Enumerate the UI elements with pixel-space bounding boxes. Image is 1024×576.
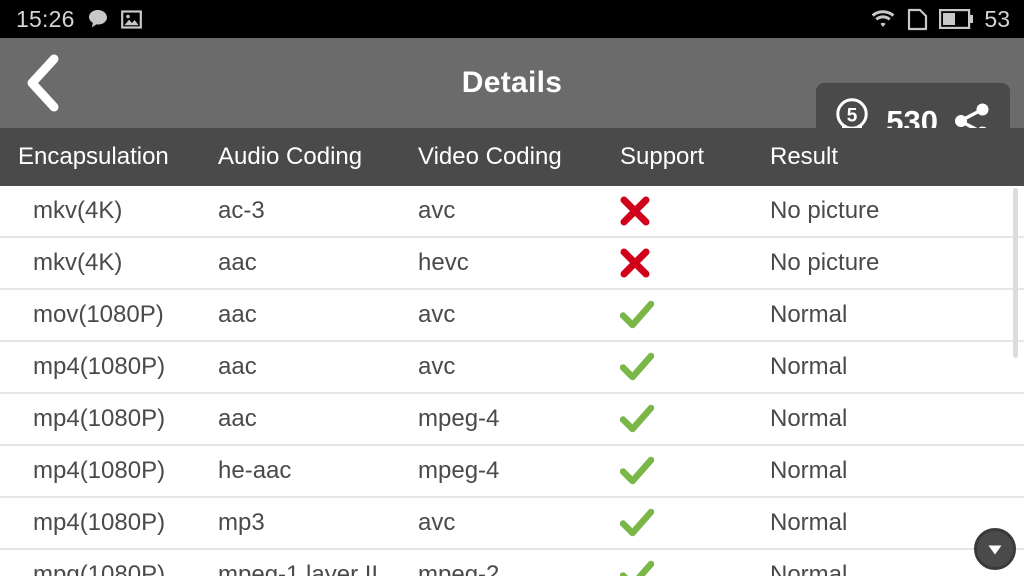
support-check-icon bbox=[620, 352, 770, 382]
cell-audio-coding: mp3 bbox=[218, 509, 265, 536]
cell-encapsulation: mkv(4K) bbox=[33, 249, 123, 276]
action-bar: Details 5 530 bbox=[0, 38, 1024, 159]
support-cross-icon bbox=[620, 248, 770, 278]
cell-result: Normal bbox=[770, 457, 848, 484]
column-header-support: Support bbox=[620, 143, 705, 170]
table-row[interactable]: mov(1080P) aac avc Normal bbox=[0, 290, 1024, 342]
cell-video-coding: mpeg-4 bbox=[418, 405, 500, 432]
scroll-down-button[interactable] bbox=[974, 528, 1016, 570]
cell-audio-coding: he-aac bbox=[218, 457, 292, 484]
cell-audio-coding: aac bbox=[218, 353, 257, 380]
table-header-row: Encapsulation Audio Coding Video Coding … bbox=[0, 128, 1024, 186]
table-row[interactable]: mp4(1080P) he-aac mpeg-4 Normal bbox=[0, 446, 1024, 498]
cell-result: No picture bbox=[770, 249, 880, 276]
message-bubble-icon bbox=[87, 8, 109, 30]
cell-video-coding: avc bbox=[418, 301, 456, 328]
wifi-icon bbox=[870, 9, 896, 30]
cell-encapsulation: mov(1080P) bbox=[33, 301, 164, 328]
cell-video-coding: avc bbox=[418, 509, 456, 536]
cell-video-coding: hevc bbox=[418, 249, 469, 276]
battery-percent: 53 bbox=[984, 5, 1010, 32]
cell-encapsulation: mp4(1080P) bbox=[33, 509, 166, 536]
support-cross-icon bbox=[620, 196, 770, 226]
column-header-audio-coding: Audio Coding bbox=[218, 143, 363, 170]
status-clock: 15:26 bbox=[16, 5, 75, 32]
cell-result: Normal bbox=[770, 509, 848, 536]
status-bar-left: 15:26 bbox=[16, 5, 142, 32]
cell-encapsulation: mp4(1080P) bbox=[33, 405, 166, 432]
cell-result: Normal bbox=[770, 561, 848, 576]
cell-video-coding: avc bbox=[418, 353, 456, 380]
support-check-icon bbox=[620, 456, 770, 486]
chevron-left-icon bbox=[23, 54, 63, 112]
cell-video-coding: mpeg-4 bbox=[418, 457, 500, 484]
cell-video-coding: mpeg-2 bbox=[418, 561, 500, 576]
cell-audio-coding: mpeg-1 layer II bbox=[218, 561, 379, 576]
support-check-icon bbox=[620, 560, 770, 576]
table-row[interactable]: mp4(1080P) aac avc Normal bbox=[0, 342, 1024, 394]
cell-encapsulation: mp4(1080P) bbox=[33, 353, 166, 380]
cell-audio-coding: aac bbox=[218, 301, 257, 328]
details-screen: 15:26 53 Details 5 530 Encapsulation Aud… bbox=[0, 0, 1024, 576]
table-row[interactable]: mkv(4K) ac-3 avc No picture bbox=[0, 186, 1024, 238]
cell-video-coding: avc bbox=[418, 197, 456, 224]
column-header-encapsulation: Encapsulation bbox=[18, 143, 169, 170]
image-icon bbox=[120, 9, 142, 30]
cell-audio-coding: ac-3 bbox=[218, 197, 265, 224]
table-row[interactable]: mpg(1080P) mpeg-1 layer II mpeg-2 Normal bbox=[0, 550, 1024, 576]
column-header-result: Result bbox=[770, 143, 839, 170]
cell-encapsulation: mpg(1080P) bbox=[33, 561, 166, 576]
column-header-video-coding: Video Coding bbox=[418, 143, 562, 170]
sim-card-icon bbox=[907, 8, 928, 31]
cell-result: Normal bbox=[770, 405, 848, 432]
vertical-scrollbar[interactable] bbox=[1013, 188, 1018, 576]
scrollbar-thumb[interactable] bbox=[1013, 188, 1018, 358]
support-check-icon bbox=[620, 508, 770, 538]
scroll-down-icon bbox=[985, 539, 1005, 559]
cell-result: Normal bbox=[770, 353, 848, 380]
cell-encapsulation: mkv(4K) bbox=[33, 197, 123, 224]
support-check-icon bbox=[620, 404, 770, 434]
table-row[interactable]: mp4(1080P) mp3 avc Normal bbox=[0, 498, 1024, 550]
cell-result: No picture bbox=[770, 197, 880, 224]
status-bar: 15:26 53 bbox=[0, 0, 1024, 38]
table-row[interactable]: mp4(1080P) aac mpeg-4 Normal bbox=[0, 394, 1024, 446]
cell-audio-coding: aac bbox=[218, 249, 257, 276]
cell-audio-coding: aac bbox=[218, 405, 257, 432]
status-bar-right: 53 bbox=[870, 5, 1010, 32]
back-button[interactable] bbox=[0, 38, 86, 128]
svg-text:5: 5 bbox=[847, 106, 858, 127]
support-check-icon bbox=[620, 300, 770, 330]
compatibility-table[interactable]: Encapsulation Audio Coding Video Coding … bbox=[0, 128, 1024, 576]
table-body: mkv(4K) ac-3 avc No picture mkv(4K) aac hevc No… bbox=[0, 186, 1024, 576]
battery-icon bbox=[939, 9, 974, 29]
cell-encapsulation: mp4(1080P) bbox=[33, 457, 166, 484]
table-row[interactable]: mkv(4K) aac hevc No picture bbox=[0, 238, 1024, 290]
cell-result: Normal bbox=[770, 301, 848, 328]
